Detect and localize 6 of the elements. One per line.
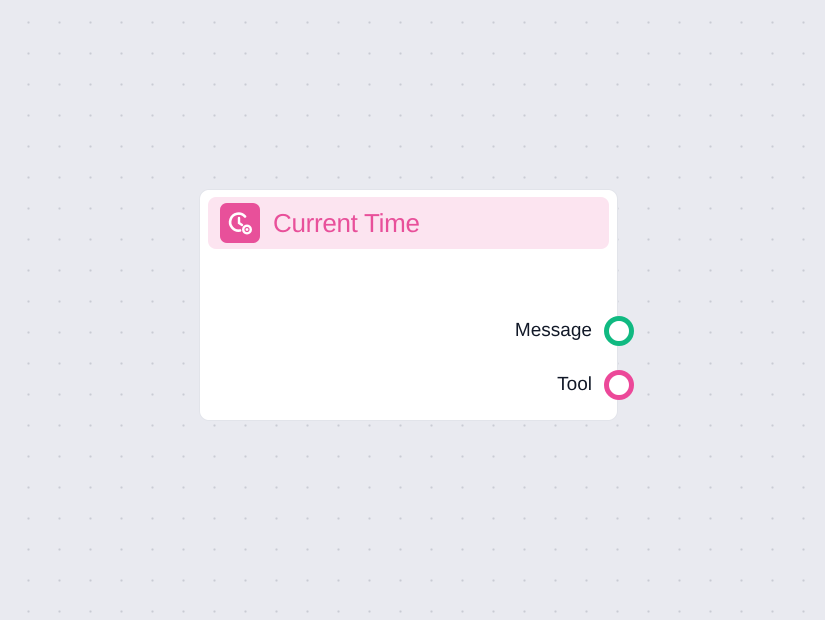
clock-icon [220, 203, 260, 243]
output-handle[interactable] [604, 316, 634, 346]
output-label: Tool [557, 374, 592, 396]
output-handle[interactable] [604, 370, 634, 400]
output-label: Message [514, 320, 592, 342]
node-title: Current Time [273, 208, 420, 238]
